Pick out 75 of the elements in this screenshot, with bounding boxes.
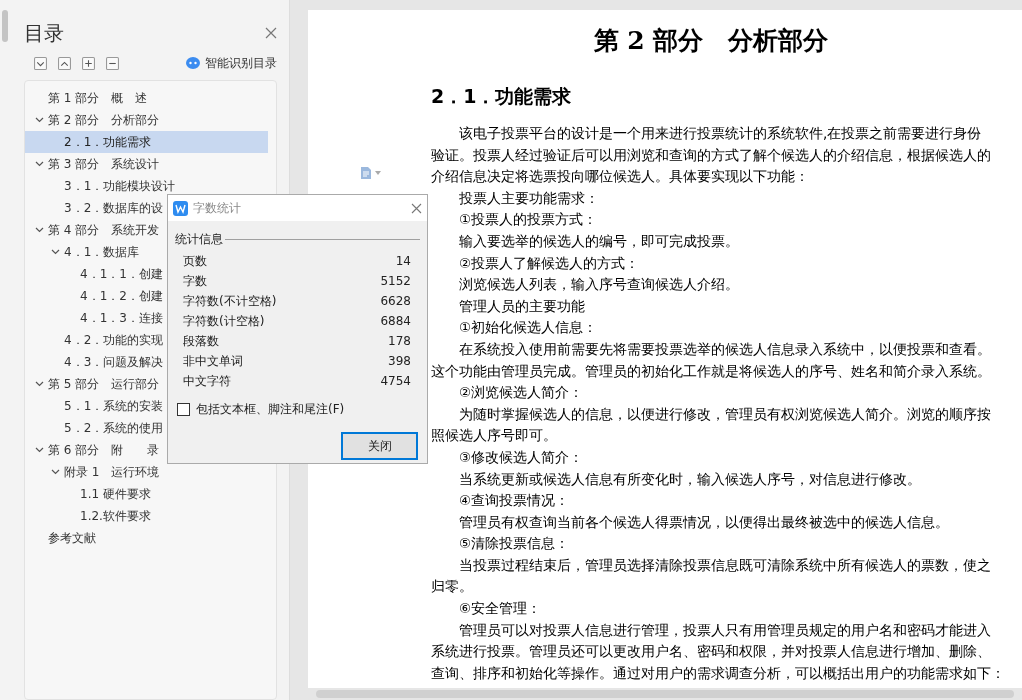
toc-item[interactable]: 参考文献 — [25, 527, 268, 549]
expand-icon[interactable] — [82, 56, 95, 70]
paragraph-line: 管理员可以对投票人信息进行管理，投票人只有用管理员规定的用户名和密码才能进入 — [459, 620, 991, 640]
stat-label: 字符数(不计空格) — [183, 293, 277, 310]
toc-item[interactable]: 第 1 部分 概 述 — [25, 87, 268, 109]
group-label: 统计信息 — [175, 231, 223, 248]
paragraph-line: 为随时掌握候选人的信息，以便进行修改，管理员有权浏览候选人简介。浏览的顺序按 — [459, 404, 991, 424]
paragraph-line: ①初始化候选人信息： — [459, 318, 598, 338]
stat-label: 页数 — [183, 253, 207, 270]
paragraph-line: 投票人主要功能需求： — [459, 188, 599, 208]
paragraph-line: ②投票人了解候选人的方式： — [459, 253, 640, 273]
stat-value: 4754 — [380, 373, 411, 390]
paragraph-line: 输入要选举的候选人的编号，即可完成投票。 — [459, 231, 739, 251]
paragraph-line: 查询、排序和初始化等操作。通过对用户的需求调查分析，可以概括出用户的功能需求如下： — [431, 663, 1005, 683]
paragraph-line: 在系统投入使用前需要先将需要投票选举的候选人信息录入系统中，以便投票和查看。 — [459, 339, 991, 359]
chevron-down-icon[interactable] — [34, 56, 47, 70]
checkbox[interactable] — [177, 402, 190, 416]
chevron-icon[interactable] — [34, 161, 44, 167]
paragraph-line: ⑥安全管理： — [459, 599, 542, 619]
toc-item[interactable]: 2．1．功能需求 — [25, 131, 268, 153]
paragraph-line: 归零。 — [431, 577, 473, 597]
robot-icon — [186, 57, 200, 69]
panel-title: 目录 — [24, 20, 64, 47]
paragraph-line: 当系统更新或候选人信息有所变化时，输入候选人序号，对信息进行修改。 — [459, 469, 921, 489]
chevron-icon[interactable] — [34, 117, 44, 123]
stat-value: 14 — [395, 253, 411, 270]
toc-item[interactable]: 第 6 部分 附 录 — [25, 439, 268, 461]
toc-item[interactable]: 3．1．功能模块设计 — [25, 175, 268, 197]
paragraph-line: 验证。投票人经过验证后可以用浏览和查询的方式了解个候选人的介绍信息，根据候选人的 — [431, 145, 991, 165]
stat-label: 段落数 — [183, 333, 219, 350]
paragraph-line: ④查询投票情况： — [459, 491, 570, 511]
stat-value: 6884 — [380, 313, 411, 330]
paragraph-line: 该电子投票平台的设计是一个用来进行投票统计的系统软件,在投票之前需要进行身份 — [459, 124, 982, 143]
chevron-icon[interactable] — [50, 249, 60, 255]
chevron-icon[interactable] — [34, 227, 44, 233]
paragraph-line: 系统进行投票。管理员还可以更改用户名、密码和权限，并对投票人信息进行增加、删除、 — [431, 642, 991, 662]
dialog-title: 字数统计 — [193, 200, 242, 217]
toc-item[interactable]: 1.1 硬件要求 — [25, 483, 268, 505]
close-icon[interactable] — [265, 27, 277, 39]
paragraph-line: 这个功能由管理员完成。管理员的初始化工作就是将候选人的序号、姓名和简介录入系统。 — [431, 361, 991, 381]
toc-item[interactable]: 附录 1 运行环境 — [25, 461, 268, 483]
paragraph-line: ②浏览候选人简介： — [459, 383, 584, 403]
stat-value: 398 — [388, 353, 411, 370]
stat-label: 非中文单词 — [183, 353, 243, 370]
paragraph-line: ①投票人的投票方式： — [459, 210, 598, 230]
scrollbar-thumb[interactable] — [2, 10, 8, 42]
smart-toc-button[interactable]: 智能识别目录 — [205, 54, 277, 72]
section-heading: 2．1．功能需求 — [431, 84, 572, 107]
chevron-icon[interactable] — [34, 447, 44, 453]
stat-value: 178 — [388, 333, 411, 350]
chevron-icon[interactable] — [34, 381, 44, 387]
collapse-icon[interactable] — [106, 56, 119, 70]
toc-item[interactable]: 1.2.软件要求 — [25, 505, 268, 527]
stat-label: 字符数(计空格) — [183, 313, 265, 330]
paragraph-line: 照候选人序号即可。 — [431, 426, 557, 446]
checkbox-label: 包括文本框、脚注和尾注(F) — [196, 401, 345, 418]
close-icon[interactable] — [411, 202, 422, 214]
stat-value: 6628 — [380, 293, 411, 310]
paragraph-line: 当投票过程结束后，管理员选择清除投票信息既可清除系统中所有候选人的票数，使之 — [459, 555, 991, 575]
paragraph-line: 介绍信息决定将选票投向哪位候选人。具体要实现以下功能： — [431, 167, 809, 187]
chapter-title: 第 2 部分 分析部分 — [593, 26, 829, 55]
paragraph-line: 浏览候选人列表，输入序号查询候选人介绍。 — [459, 275, 739, 295]
chevron-up-icon[interactable] — [58, 56, 71, 70]
toc-item[interactable]: 第 2 部分 分析部分 — [25, 109, 268, 131]
app-logo-icon — [173, 200, 188, 216]
paragraph-line: 管理员有权查询当前各个候选人得票情况，以便得出最终被选中的候选人信息。 — [459, 512, 949, 532]
stat-value: 5152 — [380, 273, 411, 290]
stat-label: 中文字符 — [183, 373, 231, 390]
chevron-icon[interactable] — [50, 469, 60, 475]
toc-item[interactable]: 第 3 部分 系统设计 — [25, 153, 268, 175]
stat-label: 字数 — [183, 273, 207, 290]
paragraph-line: 管理人员的主要功能 — [459, 296, 585, 316]
close-button[interactable]: 关闭 — [341, 432, 418, 460]
paragraph-line: ③修改候选人简介： — [459, 447, 584, 467]
paragraph-line: ⑤清除投票信息： — [459, 534, 570, 554]
